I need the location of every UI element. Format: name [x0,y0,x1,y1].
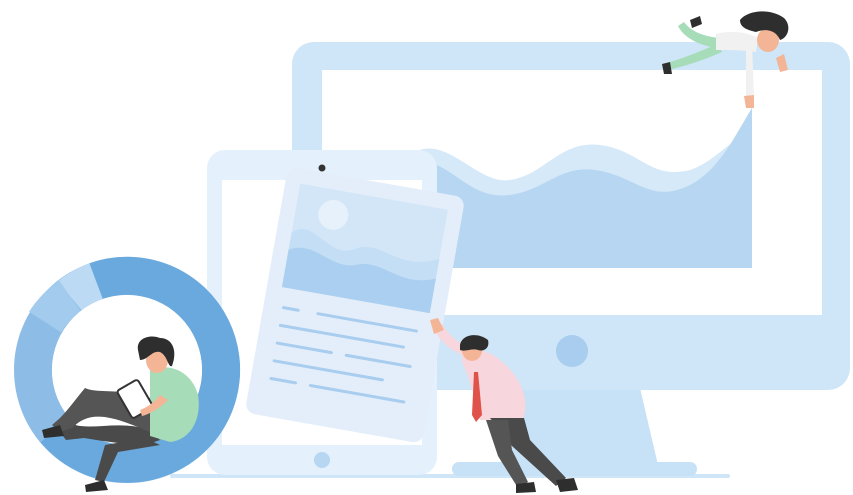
illustration-scene [14,11,850,493]
pushing-shoe-1 [556,478,578,492]
donut-segment-light-1 [58,263,104,312]
donut-segment-light-2 [29,280,82,333]
tablet-camera [318,164,326,172]
reading-shoe-2 [85,480,108,492]
monitor-base [452,462,697,476]
tablet-home-button [314,452,330,468]
monitor-button [556,335,588,367]
flying-shoe-1 [690,16,702,28]
